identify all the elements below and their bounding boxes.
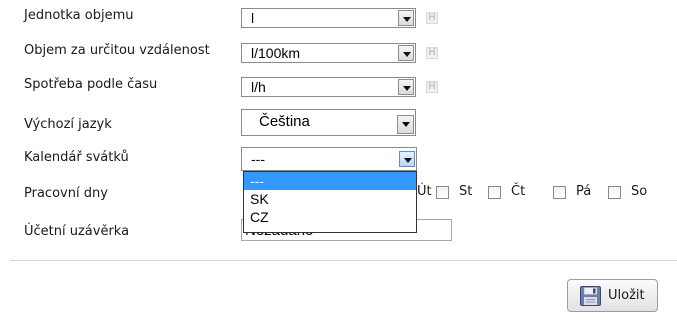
floppy-disk-icon: [580, 286, 601, 306]
chevron-down-icon[interactable]: [397, 115, 414, 134]
chevron-down-icon[interactable]: [398, 45, 414, 61]
consumption-per-time-label: Spotřeba podle času: [24, 77, 158, 92]
consumption-per-time-value: l/h: [251, 79, 266, 95]
volume-per-distance-label: Objem za určitou vzdálenost: [24, 43, 210, 58]
workday-checkbox-so[interactable]: [608, 186, 621, 199]
holiday-calendar-value: ---: [251, 151, 265, 167]
workday-checkbox-pa[interactable]: [553, 186, 566, 199]
workday-label-pa: Pá: [576, 184, 592, 199]
chevron-down-icon[interactable]: [398, 10, 414, 26]
save-button[interactable]: Uložit: [567, 279, 658, 312]
volume-per-distance-select[interactable]: l/100km: [241, 43, 416, 63]
default-language-value: Čeština: [259, 113, 310, 130]
volume-unit-h-button[interactable]: H: [426, 12, 438, 24]
workday-label-ct: Čt: [511, 184, 526, 199]
consumption-per-time-select[interactable]: l/h: [241, 77, 416, 97]
divider: [10, 260, 677, 261]
holiday-calendar-label: Kalendář svátků: [24, 150, 129, 165]
dropdown-option-none[interactable]: ---: [244, 172, 416, 190]
save-button-label: Uložit: [608, 288, 645, 303]
dropdown-option-sk[interactable]: SK: [244, 190, 416, 208]
volume-unit-value: l: [251, 10, 255, 26]
chevron-down-icon[interactable]: [399, 151, 415, 167]
workdays-label: Pracovní dny: [24, 186, 108, 201]
workday-label-st: St: [459, 184, 473, 199]
workday-checkbox-ct[interactable]: [488, 186, 501, 199]
workday-checkbox-st[interactable]: [436, 186, 449, 199]
holiday-calendar-dropdown: --- SK CZ: [243, 171, 417, 233]
volume-per-distance-value: l/100km: [251, 45, 301, 61]
workday-label-so: So: [631, 184, 648, 199]
volume-unit-label: Jednotka objemu: [24, 8, 134, 23]
volume-unit-select[interactable]: l: [241, 8, 416, 28]
volume-per-distance-h-button[interactable]: H: [426, 47, 438, 59]
consumption-per-time-h-button[interactable]: H: [426, 81, 438, 93]
workday-label-ut: Út: [417, 184, 432, 199]
default-language-select[interactable]: Čeština: [241, 109, 416, 136]
accounting-close-label: Účetní uzávěrka: [24, 224, 130, 239]
chevron-down-icon[interactable]: [398, 79, 414, 95]
default-language-label: Výchozí jazyk: [24, 117, 112, 132]
dropdown-option-cz[interactable]: CZ: [244, 208, 416, 226]
holiday-calendar-select[interactable]: ---: [241, 147, 417, 171]
